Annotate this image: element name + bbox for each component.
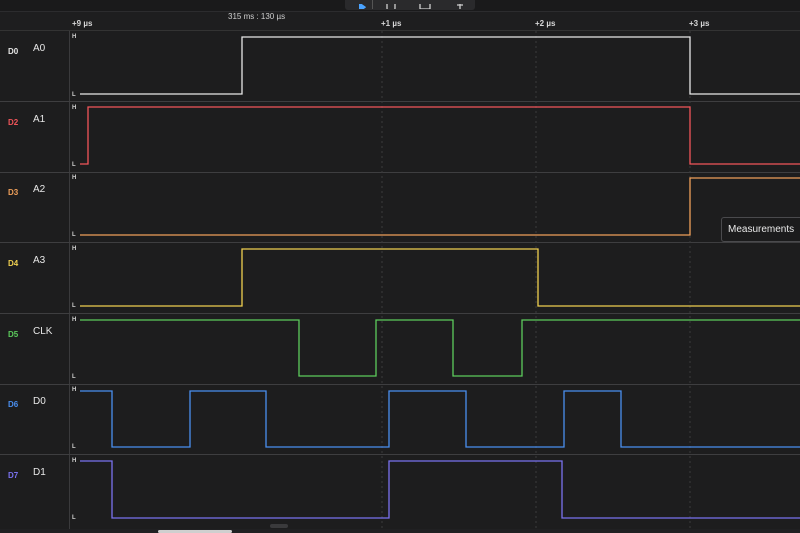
capture-toolbar <box>345 0 475 10</box>
channel-id: D7 <box>8 471 19 480</box>
high-label: H <box>72 317 77 323</box>
tick-label: +2 µs <box>535 19 556 28</box>
time-ruler[interactable]: 315 ms : 130 µs +9 µs +1 µs +2 µs +3 µs <box>0 12 800 31</box>
tick-label: +3 µs <box>689 19 710 28</box>
channel-row-a3[interactable]: D4 A3 H L <box>0 243 800 314</box>
low-label: L <box>72 444 76 450</box>
channel-name[interactable]: CLK <box>33 326 52 337</box>
low-label: L <box>72 374 76 380</box>
probe-icon[interactable] <box>455 0 465 9</box>
channel-id: D4 <box>8 259 19 268</box>
channel-name[interactable]: A2 <box>33 184 45 195</box>
low-label: L <box>72 92 76 98</box>
channel-name[interactable]: A1 <box>33 114 45 125</box>
high-label: H <box>72 387 77 393</box>
trigger-icon[interactable] <box>419 0 435 9</box>
high-label: H <box>72 105 77 111</box>
channel-id: D5 <box>8 330 19 339</box>
channel-row-a0[interactable]: D0 A0 H L <box>0 31 800 102</box>
play-icon[interactable] <box>356 0 368 9</box>
channel-name[interactable]: A0 <box>33 43 45 54</box>
channel-name[interactable]: D1 <box>33 467 46 478</box>
channel-id: D2 <box>8 118 19 127</box>
low-label: L <box>72 232 76 238</box>
channel-row-a2[interactable]: D3 A2 H L <box>0 172 800 243</box>
channel-row-a1[interactable]: D2 A1 H L <box>0 102 800 173</box>
horizontal-scrollbar[interactable] <box>0 529 800 533</box>
channel-name[interactable]: A3 <box>33 255 45 266</box>
high-label: H <box>72 246 77 252</box>
channel-row-clk[interactable]: D5 CLK H L <box>0 314 800 385</box>
low-label: L <box>72 515 76 521</box>
channel-row-d0[interactable]: D6 D0 H L <box>0 384 800 455</box>
low-label: L <box>72 162 76 168</box>
splitter-handle[interactable] <box>270 524 288 528</box>
channel-id: D6 <box>8 400 19 409</box>
low-label: L <box>72 303 76 309</box>
cursor-timestamp: 315 ms : 130 µs <box>228 12 286 21</box>
channel-name[interactable]: D0 <box>33 396 46 407</box>
channel-row-d1[interactable]: D7 D1 H L <box>0 455 800 525</box>
high-label: H <box>72 175 77 181</box>
loop-icon[interactable] <box>385 0 397 9</box>
tick-label: +1 µs <box>381 19 402 28</box>
high-label: H <box>72 34 77 40</box>
high-label: H <box>72 458 77 464</box>
channel-id: D0 <box>8 47 19 56</box>
measurements-tab[interactable]: Measurements <box>721 217 800 242</box>
channel-id: D3 <box>8 188 19 197</box>
tick-label: +9 µs <box>72 19 93 28</box>
